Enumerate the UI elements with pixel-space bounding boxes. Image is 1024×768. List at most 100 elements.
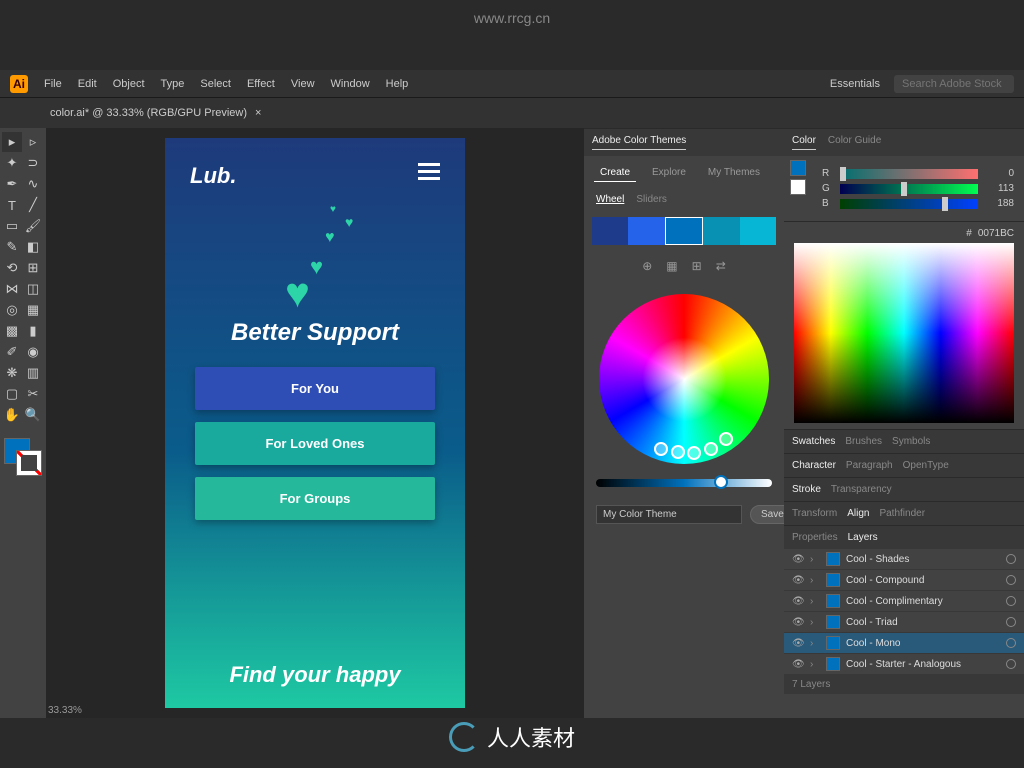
tab-color[interactable]: Color <box>792 135 816 150</box>
stroke-mini-swatch[interactable] <box>790 179 806 195</box>
hand-tool[interactable]: ✋ <box>2 405 22 425</box>
target-icon[interactable] <box>1006 638 1016 648</box>
tab-stroke[interactable]: Stroke <box>792 484 821 495</box>
menu-type[interactable]: Type <box>161 78 185 90</box>
menu-select[interactable]: Select <box>200 78 231 90</box>
rectangle-tool[interactable]: ▭ <box>2 216 22 236</box>
search-input[interactable] <box>894 75 1014 93</box>
tab-transform[interactable]: Transform <box>792 508 837 519</box>
tab-explore[interactable]: Explore <box>646 164 692 182</box>
rotate-tool[interactable]: ⟲ <box>2 258 22 278</box>
menu-effect[interactable]: Effect <box>247 78 275 90</box>
perspective-tool[interactable]: ▦ <box>23 300 43 320</box>
scale-tool[interactable]: ⊞ <box>23 258 43 278</box>
layer-row[interactable]: 👁›Cool - Compound <box>784 570 1024 591</box>
line-tool[interactable]: ╱ <box>23 195 43 215</box>
workspace-switcher[interactable]: Essentials <box>830 78 880 90</box>
wheel-marker[interactable] <box>671 445 685 459</box>
paintbrush-tool[interactable]: 🖌 <box>23 216 43 236</box>
swatch-1[interactable] <box>592 217 628 245</box>
artboard[interactable]: Lub. ♥ ♥ ♥ ♥ ♥ Better Support For You Fo… <box>165 138 465 708</box>
visibility-icon[interactable]: 👁 <box>792 659 804 670</box>
visibility-icon[interactable]: 👁 <box>792 638 804 649</box>
zoom-status[interactable]: 33.33% <box>48 705 82 716</box>
target-icon[interactable] <box>1006 554 1016 564</box>
target-icon[interactable] <box>1006 596 1016 606</box>
fill-stroke-swatches[interactable] <box>2 436 44 492</box>
g-slider[interactable] <box>840 184 978 194</box>
mesh-tool[interactable]: ▩ <box>2 321 22 341</box>
tab-align[interactable]: Align <box>847 508 869 519</box>
layer-row[interactable]: 👁›Cool - Complimentary <box>784 591 1024 612</box>
magic-wand-tool[interactable]: ✦ <box>2 153 22 173</box>
menu-object[interactable]: Object <box>113 78 145 90</box>
expand-icon[interactable]: › <box>810 659 820 670</box>
expand-icon[interactable]: › <box>810 638 820 649</box>
blend-tool[interactable]: ◉ <box>23 342 43 362</box>
expand-icon[interactable]: › <box>810 617 820 628</box>
b-value[interactable]: 188 <box>984 198 1014 209</box>
menu-edit[interactable]: Edit <box>78 78 97 90</box>
tab-symbols[interactable]: Symbols <box>892 436 930 447</box>
b-slider[interactable] <box>840 199 978 209</box>
visibility-icon[interactable]: 👁 <box>792 554 804 565</box>
tab-swatches[interactable]: Swatches <box>792 436 835 447</box>
expand-icon[interactable]: › <box>810 575 820 586</box>
shaper-tool[interactable]: ✎ <box>2 237 22 257</box>
layer-name[interactable]: Cool - Shades <box>846 554 1000 565</box>
slice-tool[interactable]: ✂ <box>23 384 43 404</box>
direct-selection-tool[interactable]: ▹ <box>23 132 43 152</box>
tab-pathfinder[interactable]: Pathfinder <box>879 508 925 519</box>
visibility-icon[interactable]: 👁 <box>792 617 804 628</box>
tab-create[interactable]: Create <box>594 164 636 182</box>
wheel-marker[interactable] <box>687 446 701 460</box>
layer-name[interactable]: Cool - Mono <box>846 638 1000 649</box>
artboard-tool[interactable]: ▢ <box>2 384 22 404</box>
eraser-tool[interactable]: ◧ <box>23 237 43 257</box>
layer-row[interactable]: 👁 › Cool - Shades <box>784 549 1024 570</box>
wheel-marker[interactable] <box>719 432 733 446</box>
shape-builder-tool[interactable]: ◎ <box>2 300 22 320</box>
grid-icon[interactable]: ⊞ <box>692 259 702 273</box>
expand-icon[interactable]: › <box>810 554 820 565</box>
tab-brushes[interactable]: Brushes <box>845 436 882 447</box>
menu-help[interactable]: Help <box>386 78 409 90</box>
layer-name[interactable]: Cool - Starter - Analogous <box>846 659 1000 670</box>
hex-value[interactable]: 0071BC <box>978 228 1014 239</box>
brightness-slider[interactable] <box>596 479 772 487</box>
fill-mini-swatch[interactable] <box>790 160 806 176</box>
target-icon[interactable] <box>1006 617 1016 627</box>
gradient-tool[interactable]: ▮ <box>23 321 43 341</box>
menu-file[interactable]: File <box>44 78 62 90</box>
target-icon[interactable] <box>1006 575 1016 585</box>
swatch-3-active[interactable] <box>665 217 703 245</box>
slider-handle[interactable] <box>714 475 728 489</box>
zoom-tool[interactable]: 🔍 <box>23 405 43 425</box>
canvas[interactable]: Lub. ♥ ♥ ♥ ♥ ♥ Better Support For You Fo… <box>46 128 584 718</box>
theme-name-input[interactable] <box>596 505 742 524</box>
g-value[interactable]: 113 <box>984 183 1014 194</box>
pen-tool[interactable]: ✒ <box>2 174 22 194</box>
curvature-tool[interactable]: ∿ <box>23 174 43 194</box>
wheel-marker[interactable] <box>704 442 718 456</box>
visibility-icon[interactable]: 👁 <box>792 575 804 586</box>
layer-row-selected[interactable]: 👁 › Cool - Mono <box>784 633 1024 654</box>
color-wheel[interactable] <box>599 294 769 464</box>
target-icon[interactable] <box>1006 659 1016 669</box>
layer-row[interactable]: 👁 › Cool - Starter - Analogous <box>784 654 1024 675</box>
mode-wheel[interactable]: Wheel <box>596 194 624 205</box>
tab-layers[interactable]: Layers <box>848 532 878 543</box>
layer-name[interactable]: Cool - Triad <box>846 617 1000 628</box>
r-value[interactable]: 0 <box>984 168 1014 179</box>
link-icon[interactable]: ⇄ <box>716 259 726 273</box>
lasso-tool[interactable]: ⊃ <box>23 153 43 173</box>
free-transform-tool[interactable]: ◫ <box>23 279 43 299</box>
swatch-4[interactable] <box>703 217 739 245</box>
menu-view[interactable]: View <box>291 78 315 90</box>
app-logo[interactable]: Ai <box>10 75 28 93</box>
layer-name[interactable]: Cool - Complimentary <box>846 596 1000 607</box>
wheel-marker[interactable] <box>654 442 668 456</box>
graph-tool[interactable]: ▥ <box>23 363 43 383</box>
selection-tool[interactable]: ▸ <box>2 132 22 152</box>
menu-window[interactable]: Window <box>331 78 370 90</box>
